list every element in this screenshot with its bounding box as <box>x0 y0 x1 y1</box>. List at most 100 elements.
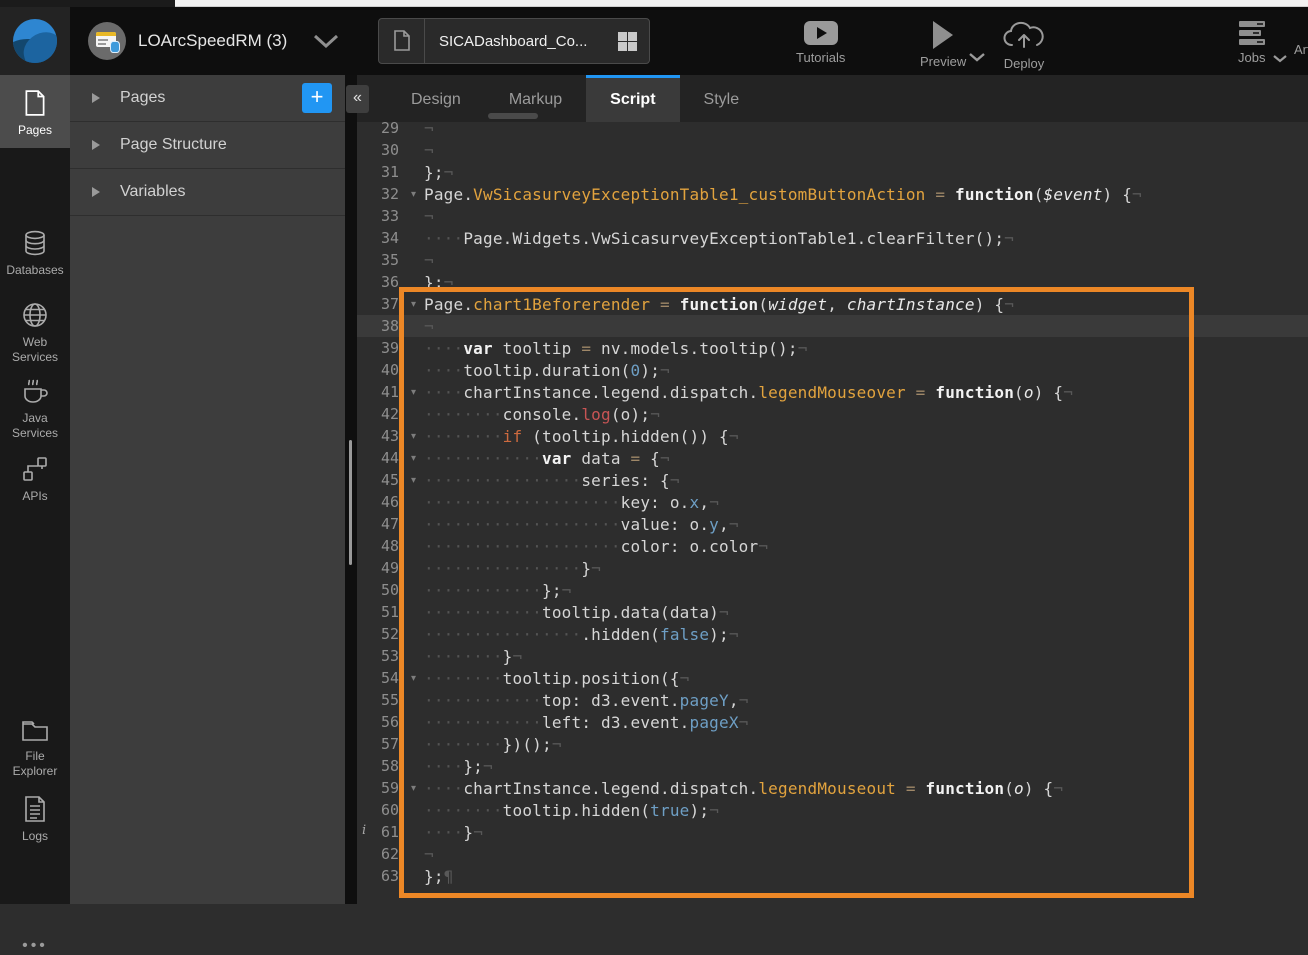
sidebar-item-databases[interactable]: Databases <box>0 223 70 287</box>
jobs-chevron-down-icon[interactable] <box>1272 54 1288 63</box>
code-line[interactable]: 44▾············var data = {¬ <box>357 447 1308 469</box>
chevron-down-icon[interactable] <box>313 34 339 48</box>
fold-arrow-icon[interactable]: ▾ <box>403 453 424 464</box>
code-line[interactable]: 31};¬ <box>357 161 1308 183</box>
panel-section-page-structure[interactable]: Page Structure <box>70 122 345 169</box>
project-selector[interactable]: LOArcSpeedRM (3) <box>88 21 339 61</box>
deploy-button[interactable]: Deploy <box>1002 21 1046 71</box>
code-line[interactable]: 29¬ <box>357 122 1308 139</box>
code-line[interactable]: 56············left: d3.event.pageX¬ <box>357 711 1308 733</box>
line-number: 49 <box>357 559 403 577</box>
code-text: ····}¬ <box>424 823 483 842</box>
code-text: ········console.log(o);¬ <box>424 405 660 424</box>
sidebar-item-apis[interactable]: APIs <box>0 449 70 511</box>
code-line[interactable]: 46····················key: o.x,¬ <box>357 491 1308 513</box>
sidebar-item-file-explorer[interactable]: File Explorer <box>0 713 70 787</box>
code-line[interactable]: 60········tooltip.hidden(true);¬ <box>357 799 1308 821</box>
code-line[interactable]: 63};¶ <box>357 865 1308 887</box>
code-lines: 29¬30¬31};¬32▾Page.VwSicasurveyException… <box>357 122 1308 887</box>
code-text: ¬ <box>424 141 434 160</box>
code-text: ········tooltip.position({¬ <box>424 669 690 688</box>
panel-section-variables[interactable]: Variables <box>70 169 345 216</box>
fold-arrow-icon[interactable]: ▾ <box>403 299 424 310</box>
tutorials-button[interactable]: Tutorials <box>796 21 845 65</box>
wavemaker-logo-icon <box>13 19 57 63</box>
code-text: ········}¬ <box>424 647 522 666</box>
page-tab-label: SICADashboard_Co... <box>425 33 618 50</box>
code-line[interactable]: 40····tooltip.duration(0);¬ <box>357 359 1308 381</box>
code-line[interactable]: 45▾················series: {¬ <box>357 469 1308 491</box>
code-line[interactable]: 41▾····chartInstance.legend.dispatch.leg… <box>357 381 1308 403</box>
line-number: 33 <box>357 207 403 225</box>
more-options-button[interactable]: ••• <box>0 937 70 955</box>
code-line[interactable]: 39····var tooltip = nv.models.tooltip();… <box>357 337 1308 359</box>
code-line[interactable]: 55············top: d3.event.pageY,¬ <box>357 689 1308 711</box>
code-line[interactable]: 42 ········console.log(o);¬ <box>357 403 1308 425</box>
code-line[interactable]: 33¬ <box>357 205 1308 227</box>
code-line[interactable]: 49················}¬ <box>357 557 1308 579</box>
code-line[interactable]: 35¬ <box>357 249 1308 271</box>
sidebar-item-logs[interactable]: Logs <box>0 789 70 849</box>
code-line[interactable]: 59▾····chartInstance.legend.dispatch.leg… <box>357 777 1308 799</box>
code-line[interactable]: 34····Page.Widgets.VwSicasurveyException… <box>357 227 1308 249</box>
tutorials-video-icon <box>804 21 838 45</box>
dashboard-grid-icon[interactable] <box>618 32 637 51</box>
code-line[interactable]: 30¬ <box>357 139 1308 161</box>
sidebar-item-pages[interactable]: Pages <box>0 75 70 148</box>
code-line[interactable]: 48····················color: o.color¬ <box>357 535 1308 557</box>
code-line[interactable]: 43▾········if (tooltip.hidden()) {¬ <box>357 425 1308 447</box>
code-line[interactable]: 54▾········tooltip.position({¬ <box>357 667 1308 689</box>
artifacts-button[interactable]: Artifacts <box>1294 21 1308 57</box>
script-editor[interactable]: 29¬30¬31};¬32▾Page.VwSicasurveyException… <box>357 122 1308 904</box>
fold-arrow-icon[interactable]: ▾ <box>403 475 424 486</box>
page-doc-icon <box>379 19 425 63</box>
code-line[interactable]: 37▾Page.chart1Beforerender = function(wi… <box>357 293 1308 315</box>
line-number: 29 <box>357 122 403 137</box>
fold-arrow-icon[interactable]: ▾ <box>403 189 424 200</box>
panel-scrollbar-thumb[interactable] <box>349 440 352 565</box>
code-line[interactable]: i61····}¬ <box>357 821 1308 843</box>
panel-section-pages[interactable]: Pages + <box>70 75 345 122</box>
panel-section-label: Page Structure <box>120 136 227 154</box>
pages-panel: Pages + Page Structure Variables <box>70 75 345 904</box>
tab-script[interactable]: Script <box>586 75 679 122</box>
fold-arrow-icon[interactable]: ▾ <box>403 673 424 684</box>
scroll-sliver[interactable] <box>488 113 538 119</box>
preview-play-icon <box>933 21 953 49</box>
nav-rail: Pages Databases Web Services Java Servic… <box>0 75 70 904</box>
app-logo[interactable] <box>0 7 70 75</box>
preview-chevron-down-icon[interactable] <box>968 52 986 62</box>
code-line[interactable]: 51············tooltip.data(data)¬ <box>357 601 1308 623</box>
code-line[interactable]: 53········}¬ <box>357 645 1308 667</box>
fold-arrow-icon[interactable]: ▾ <box>403 387 424 398</box>
line-number: 42 <box>357 405 403 423</box>
info-marker-icon: i <box>362 823 366 838</box>
code-line[interactable]: 52················.hidden(false);¬ <box>357 623 1308 645</box>
line-number: 43 <box>357 427 403 445</box>
line-number: 35 <box>357 251 403 269</box>
code-line[interactable]: 62¬ <box>357 843 1308 865</box>
fold-arrow-icon[interactable]: ▾ <box>403 431 424 442</box>
code-line[interactable]: 36};¬ <box>357 271 1308 293</box>
code-line[interactable]: 58····};¬ <box>357 755 1308 777</box>
code-line[interactable]: 50············};¬ <box>357 579 1308 601</box>
line-number: 58 <box>357 757 403 775</box>
code-text: ············top: d3.event.pageY,¬ <box>424 691 749 710</box>
jobs-button[interactable]: Jobs <box>1238 21 1265 65</box>
tab-style[interactable]: Style <box>680 75 764 122</box>
sidebar-item-java-services[interactable]: Java Services <box>0 371 70 445</box>
fold-arrow-icon[interactable]: ▾ <box>403 783 424 794</box>
tab-design[interactable]: Design <box>387 75 485 122</box>
code-text: ····················color: o.color¬ <box>424 537 768 556</box>
project-name: LOArcSpeedRM (3) <box>138 31 287 51</box>
preview-button[interactable]: Preview <box>920 21 966 69</box>
page-tab[interactable]: SICADashboard_Co... <box>378 18 650 64</box>
code-text: Page.VwSicasurveyExceptionTable1_customB… <box>424 185 1142 204</box>
code-line[interactable]: 38¬ <box>357 315 1308 337</box>
code-line[interactable]: 32▾Page.VwSicasurveyExceptionTable1_cust… <box>357 183 1308 205</box>
code-line[interactable]: 47····················value: o.y,¬ <box>357 513 1308 535</box>
collapse-panel-button[interactable]: « <box>346 85 369 113</box>
sidebar-item-web-services[interactable]: Web Services <box>0 295 70 369</box>
code-line[interactable]: 57········})();¬ <box>357 733 1308 755</box>
add-page-button[interactable]: + <box>302 83 332 113</box>
